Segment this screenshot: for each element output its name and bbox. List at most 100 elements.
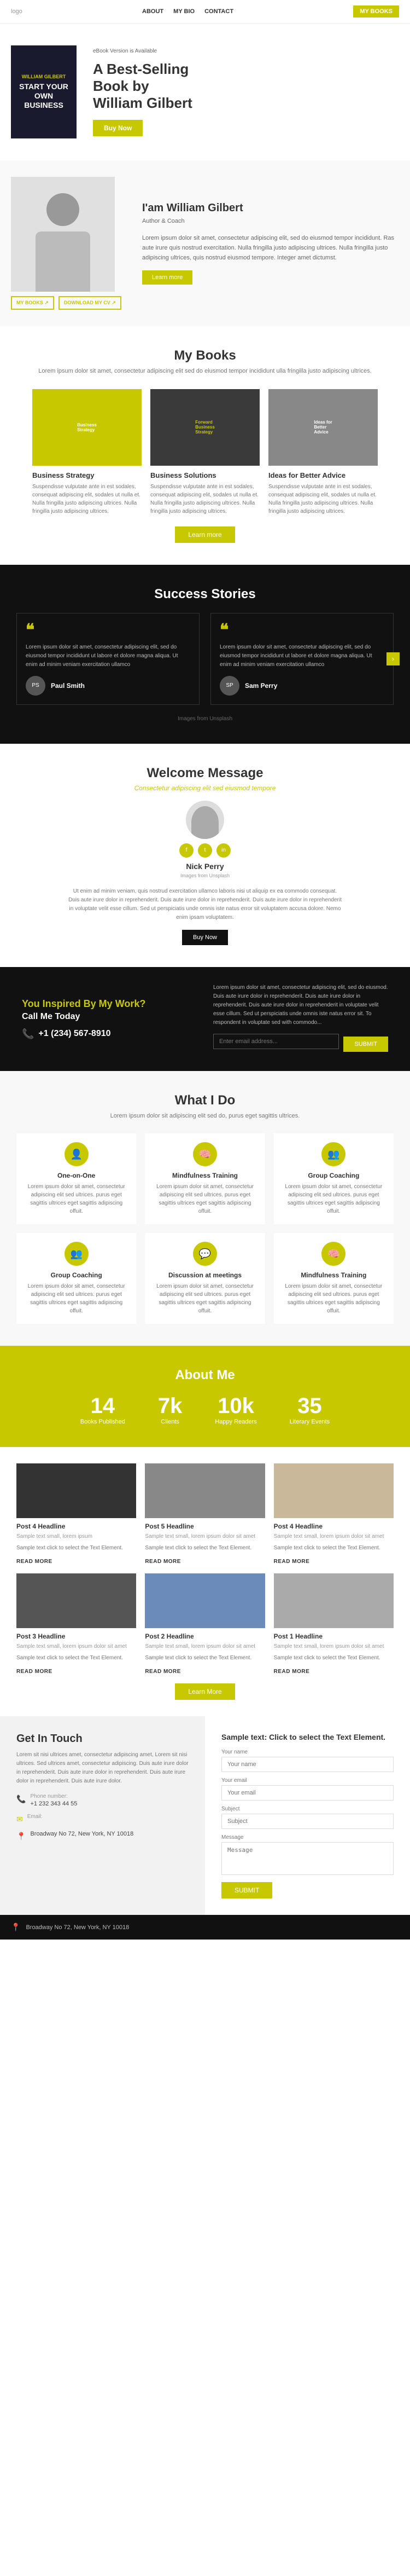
author-role: Author & Coach	[142, 217, 399, 227]
contact-left: Get In Touch Lorem sit nisi ultrices ame…	[0, 1716, 205, 1915]
book-2-desc: Suspendisse vulputate ante in est sodale…	[150, 483, 260, 516]
blog-3-meta: Sample text small, lorem ipsum dolor sit…	[16, 1642, 136, 1651]
form-name-input[interactable]	[221, 1757, 394, 1772]
stats-grid: 14 Books Published 7k Clients 10k Happy …	[16, 1394, 394, 1425]
call-submit-button[interactable]: SUBMIT	[343, 1037, 388, 1052]
form-email-input[interactable]	[221, 1785, 394, 1801]
quote-mark-1: ❝	[26, 622, 190, 639]
author-head	[46, 193, 79, 226]
blog-learn-more-button[interactable]: Learn More	[175, 1683, 235, 1700]
form-subject-input[interactable]	[221, 1814, 394, 1829]
welcome-text: Ut enim ad minim veniam, quis nostrud ex…	[68, 887, 342, 922]
nick-photo	[186, 801, 224, 839]
story-card-1: ❝ Lorem ipsum dolor sit amet, consectetu…	[16, 613, 200, 705]
form-email-label: Your email	[221, 1778, 394, 1784]
contact-phone-number: +1 232 343 44 55	[30, 1801, 77, 1807]
blog-5-title: Post 5 Headline	[145, 1523, 265, 1530]
form-message-textarea[interactable]	[221, 1842, 394, 1875]
blog-1-meta: Sample text small, lorem ipsum dolor sit…	[274, 1642, 394, 1651]
blog-3-read-more[interactable]: READ MORE	[16, 1669, 52, 1675]
story-next-icon[interactable]: ›	[386, 652, 400, 665]
author-body	[36, 231, 90, 292]
welcome-buy-button[interactable]: Buy Now	[182, 930, 228, 945]
facebook-icon[interactable]: f	[179, 843, 194, 858]
stat-clients-label: Clients	[158, 1419, 183, 1425]
book-3-title: Ideas for Better Advice	[268, 471, 378, 479]
contact-submit-button[interactable]: SUBMIT	[221, 1882, 272, 1898]
blog-4-img	[16, 1463, 136, 1518]
learn-more-button[interactable]: Learn more	[142, 270, 192, 285]
nav-books-button[interactable]: MY BOOKS	[353, 5, 399, 18]
what-card-3-title: Group Coaching	[283, 1172, 385, 1179]
stat-events-number: 35	[290, 1394, 330, 1419]
blog-post-1: Post 1 Headline Sample text small, lorem…	[274, 1573, 394, 1675]
what-card-3-desc: Lorem ipsum dolor sit amet, consectetur …	[283, 1183, 385, 1215]
story-author-2: SP Sam Perry	[220, 676, 384, 696]
book-2-title: Business Solutions	[150, 471, 260, 479]
blog-4-meta: Sample text small, lorem ipsum	[16, 1532, 136, 1541]
blog-1-read-more[interactable]: READ MORE	[274, 1669, 310, 1675]
what-card-1-desc: Lorem ipsum dolor sit amet, consectetur …	[25, 1183, 127, 1215]
what-card-5: 💬 Discussion at meetings Lorem ipsum dol…	[145, 1233, 265, 1324]
twitter-icon[interactable]: t	[198, 843, 212, 858]
blog-6-title: Post 4 Headline	[274, 1523, 394, 1530]
call-email-input[interactable]	[213, 1034, 339, 1049]
map-contact-icon: 📍	[16, 1832, 26, 1841]
phone-contact-icon: 📞	[16, 1794, 26, 1804]
blog-6-read-more[interactable]: READ MORE	[274, 1559, 310, 1565]
blog-6-desc: Sample text click to select the Text Ele…	[274, 1544, 394, 1552]
stat-readers-label: Happy Readers	[215, 1419, 256, 1425]
author-section: MY BOOKS ↗ DOWNLOAD MY CV ↗ I'am William…	[0, 160, 410, 326]
nav-contact[interactable]: CONTACT	[204, 8, 233, 15]
phone-label: Phone number:	[30, 1793, 77, 1799]
what-card-6: 🧠 Mindfulness Training Lorem ipsum dolor…	[274, 1233, 394, 1324]
ebook-badge: eBook Version is Available	[93, 48, 192, 54]
blog-5-read-more[interactable]: READ MORE	[145, 1559, 181, 1565]
download-cv-button[interactable]: DOWNLOAD MY CV ↗	[58, 296, 121, 310]
email-label: Email:	[27, 1814, 43, 1820]
author-avatar-2: SP	[220, 676, 239, 696]
contact-right: Sample text: Click to select the Text El…	[205, 1716, 410, 1915]
what-card-2-desc: Lorem ipsum dolor sit amet, consectetur …	[154, 1183, 256, 1215]
stories-grid: ❝ Lorem ipsum dolor sit amet, consectetu…	[16, 613, 394, 705]
blog-4-title: Post 4 Headline	[16, 1523, 136, 1530]
author-text: I'am William Gilbert Author & Coach Lore…	[126, 202, 399, 285]
blog-row-1: Post 4 Headline Sample text small, lorem…	[16, 1463, 394, 1565]
book-1-title: Business Strategy	[32, 471, 142, 479]
stat-books-number: 14	[80, 1394, 125, 1419]
learn-more-books-button[interactable]: Learn more	[175, 526, 235, 543]
nav-about[interactable]: ABOUT	[142, 8, 163, 15]
what-icon-5: 💬	[193, 1242, 217, 1266]
nav-bio[interactable]: MY BIO	[173, 8, 195, 15]
footer-map-icon: 📍	[11, 1923, 20, 1932]
blog-3-title: Post 3 Headline	[16, 1633, 136, 1640]
author-photo	[11, 177, 115, 292]
what-card-5-title: Discussion at meetings	[154, 1271, 256, 1279]
blog-6-meta: Sample text small, lorem ipsum dolor sit…	[274, 1532, 394, 1541]
welcome-title: Welcome Message	[16, 766, 394, 781]
author-name-2: Sam Perry	[245, 682, 277, 690]
hero-buy-button[interactable]: Buy Now	[93, 120, 143, 136]
my-books-section: My Books Lorem ipsum dolor sit amet, con…	[0, 326, 410, 565]
phone-number: +1 (234) 567-8910	[38, 1029, 110, 1039]
what-card-1: 👤 One-on-One Lorem ipsum dolor sit amet,…	[16, 1133, 136, 1224]
what-card-2-title: Mindfulness Training	[154, 1172, 256, 1179]
blog-row-2: Post 3 Headline Sample text small, lorem…	[16, 1573, 394, 1675]
what-card-4-title: Group Coaching	[25, 1271, 127, 1279]
blog-4-read-more[interactable]: READ MORE	[16, 1559, 52, 1565]
hero-heading: A Best-Selling Book by William Gilbert	[93, 61, 192, 112]
call-left: You Inspired By My Work? Call Me Today 📞…	[22, 998, 197, 1040]
books-grid: BusinessStrategy Business Strategy Suspe…	[16, 389, 394, 516]
blog-4-desc: Sample text click to select the Text Ele…	[16, 1544, 136, 1552]
contact-address-wrap: 📍 Broadway No 72, New York, NY 10018	[16, 1831, 189, 1841]
call-right: Lorem ipsum dolor sit amet, consectetur …	[213, 983, 388, 1055]
my-books-button[interactable]: MY BOOKS ↗	[11, 296, 54, 310]
blog-post-4: Post 4 Headline Sample text small, lorem…	[16, 1463, 136, 1565]
author-name-1: Paul Smith	[51, 682, 85, 690]
what-icon-3: 👥	[321, 1142, 345, 1166]
my-books-title: My Books	[16, 348, 394, 363]
linkedin-icon[interactable]: in	[216, 843, 231, 858]
welcome-section: Welcome Message Consectetur adipiscing e…	[0, 744, 410, 967]
blog-2-read-more[interactable]: READ MORE	[145, 1669, 181, 1675]
email-contact-icon: ✉	[16, 1815, 23, 1824]
